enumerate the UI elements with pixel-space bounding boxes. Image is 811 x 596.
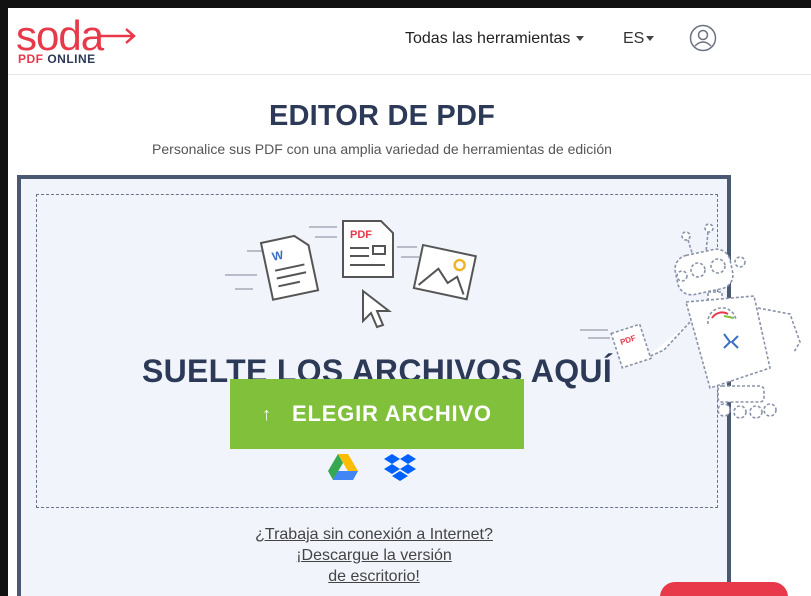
all-tools-label: Todas las herramientas bbox=[405, 30, 571, 47]
download-desktop-link[interactable]: ¡Descargue la versión bbox=[296, 547, 452, 564]
offline-download-links: ¿Trabaja sin conexión a Internet? ¡Desca… bbox=[21, 524, 727, 587]
word-doc-icon: W bbox=[259, 234, 320, 301]
offline-question-link[interactable]: ¿Trabaja sin conexión a Internet? bbox=[255, 526, 493, 543]
dropbox-icon[interactable] bbox=[384, 453, 416, 481]
robot-mascot-icon: PDF bbox=[580, 223, 801, 419]
page-title: EDITOR DE PDF bbox=[268, 100, 496, 132]
user-icon[interactable] bbox=[689, 24, 717, 52]
cursor-icon bbox=[362, 288, 392, 329]
upload-arrow-icon: ↑ bbox=[262, 403, 272, 424]
choose-file-label: ELEGIR ARCHIVO bbox=[291, 401, 492, 426]
logo-subtitle: PDF ONLINE bbox=[18, 52, 96, 66]
logo-arrow-icon bbox=[98, 28, 136, 44]
soda-pdf-logo[interactable]: soda PDF ONLINE bbox=[16, 12, 146, 68]
language-selector[interactable]: ES bbox=[623, 28, 655, 50]
page-subtitle: Personalice sus PDF con una amplia varie… bbox=[152, 141, 612, 157]
image-doc-icon bbox=[412, 243, 478, 301]
pdf-doc-icon: PDF bbox=[342, 220, 394, 278]
svg-text:PDF: PDF bbox=[350, 229, 372, 241]
caret-down-icon bbox=[646, 36, 655, 42]
choose-file-button[interactable]: ↑ ELEGIR ARCHIVO bbox=[230, 379, 524, 449]
top-navbar: soda PDF ONLINE Todas las herramientas E… bbox=[8, 8, 811, 75]
all-tools-menu[interactable]: Todas las herramientas bbox=[405, 28, 585, 50]
documents-illustration: W PDF bbox=[225, 220, 478, 329]
floating-cta-pill[interactable] bbox=[660, 582, 788, 596]
language-label: ES bbox=[623, 30, 645, 47]
desktop-version-link[interactable]: de escritorio! bbox=[328, 568, 420, 585]
caret-down-icon bbox=[576, 36, 585, 42]
google-drive-icon[interactable] bbox=[327, 453, 359, 481]
app-frame: soda PDF ONLINE Todas las herramientas E… bbox=[8, 8, 811, 596]
